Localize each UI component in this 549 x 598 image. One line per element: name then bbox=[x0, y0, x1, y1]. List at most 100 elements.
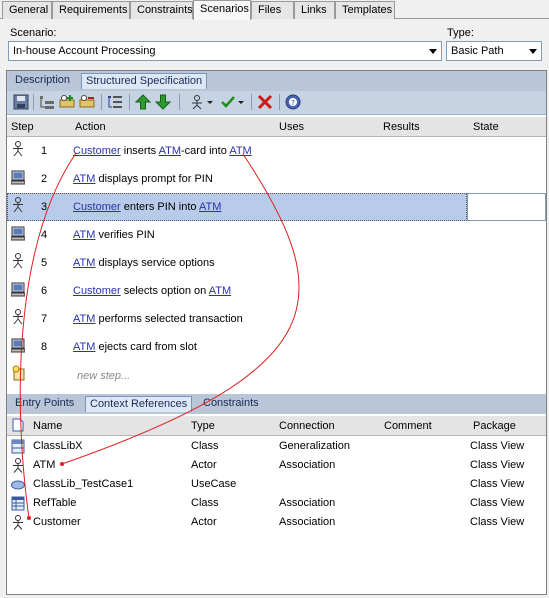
step-row[interactable]: 1 Customer inserts ATM-card into ATM bbox=[7, 137, 546, 165]
scenario-label: Scenario: bbox=[10, 27, 57, 39]
column-header-results[interactable]: Results bbox=[383, 121, 420, 133]
reference-name: Customer bbox=[33, 516, 81, 528]
step-row[interactable]: 8 ATM ejects card from slot bbox=[7, 333, 546, 361]
indent-icon[interactable] bbox=[39, 94, 55, 110]
reference-package: Class View bbox=[470, 497, 525, 509]
action-text: performs selected transaction bbox=[95, 313, 243, 325]
type-label: Type: bbox=[447, 27, 474, 39]
type-select[interactable]: Basic Path bbox=[446, 41, 542, 61]
column-header-comment[interactable]: Comment bbox=[384, 420, 432, 432]
computer-icon bbox=[11, 170, 25, 185]
step-action-text[interactable]: ATM ejects card from slot bbox=[73, 341, 197, 353]
chevron-down-icon[interactable] bbox=[529, 49, 537, 54]
step-row[interactable]: 3 Customer enters PIN into ATM bbox=[7, 193, 546, 221]
column-header-name[interactable]: Name bbox=[33, 420, 62, 432]
tab-constraints[interactable]: Constraints bbox=[130, 1, 193, 19]
step-row[interactable]: 5 ATM displays service options bbox=[7, 249, 546, 277]
element-link[interactable]: ATM bbox=[73, 341, 95, 353]
step-row[interactable]: 2 ATM displays prompt for PIN bbox=[7, 165, 546, 193]
tab-links[interactable]: Links bbox=[294, 1, 335, 19]
step-action-text[interactable]: ATM performs selected transaction bbox=[73, 313, 243, 325]
element-link[interactable]: Customer bbox=[73, 285, 121, 297]
step-number: 8 bbox=[41, 341, 48, 353]
reference-row[interactable]: RefTable Class Association Class View bbox=[7, 494, 546, 513]
element-link[interactable]: Customer bbox=[73, 201, 121, 213]
step-action-text[interactable]: Customer enters PIN into ATM bbox=[73, 201, 221, 213]
chevron-down-icon[interactable] bbox=[429, 49, 437, 54]
reference-type: Actor bbox=[191, 459, 217, 471]
validate-icon[interactable] bbox=[220, 94, 236, 110]
step-row[interactable]: 7 ATM performs selected transaction bbox=[7, 305, 546, 333]
step-action-text[interactable]: ATM verifies PIN bbox=[73, 229, 155, 241]
reference-row[interactable]: ATM Actor Association Class View bbox=[7, 456, 546, 475]
tab-entry-points[interactable]: Entry Points bbox=[11, 396, 78, 412]
element-link[interactable]: ATM bbox=[209, 285, 231, 297]
element-link[interactable]: Customer bbox=[73, 145, 121, 157]
step-action-text[interactable]: Customer selects option on ATM bbox=[73, 285, 231, 297]
element-link[interactable]: ATM bbox=[73, 229, 95, 241]
spec-toolbar: ? bbox=[7, 91, 546, 115]
step-number: 5 bbox=[41, 257, 48, 269]
move-down-icon[interactable] bbox=[155, 94, 171, 110]
scenario-spec-panel: Description Structured Specification ? S… bbox=[6, 70, 547, 595]
scenario-select[interactable]: In-house Account Processing bbox=[8, 41, 442, 61]
add-actor-icon[interactable] bbox=[59, 94, 75, 110]
top-tab-strip: General Requirements Constraints Scenari… bbox=[0, 0, 549, 20]
tab-requirements[interactable]: Requirements bbox=[52, 1, 130, 19]
document-icon bbox=[12, 418, 24, 432]
save-icon[interactable] bbox=[13, 94, 29, 110]
delete-icon[interactable] bbox=[257, 94, 273, 110]
step-action-text[interactable]: ATM displays service options bbox=[73, 257, 215, 269]
numbered-list-icon[interactable] bbox=[107, 94, 123, 110]
step-action-text[interactable]: Customer inserts ATM-card into ATM bbox=[73, 145, 252, 157]
column-header-state[interactable]: State bbox=[473, 121, 499, 133]
generate-icon[interactable] bbox=[189, 94, 205, 110]
reference-row[interactable]: ClassLib_TestCase1 UseCase Class View bbox=[7, 475, 546, 494]
step-action-text[interactable]: ATM displays prompt for PIN bbox=[73, 173, 213, 185]
column-header-package[interactable]: Package bbox=[473, 420, 516, 432]
tab-templates[interactable]: Templates bbox=[335, 1, 395, 19]
element-link[interactable]: ATM bbox=[229, 145, 251, 157]
tab-description[interactable]: Description bbox=[11, 73, 74, 89]
toolbar-separator bbox=[33, 94, 34, 110]
steps-table-header: Step Action Uses Results State bbox=[7, 117, 546, 137]
references-table-header: Name Type Connection Comment Package bbox=[7, 416, 546, 436]
references-table-body: ClassLibX Class Generalization Class View AT… bbox=[7, 437, 546, 595]
tab-scenarios[interactable]: Scenarios bbox=[193, 0, 251, 20]
column-header-action[interactable]: Action bbox=[75, 121, 106, 133]
state-cell-editor[interactable] bbox=[467, 193, 546, 221]
toolbar-separator bbox=[101, 94, 102, 110]
new-step-row[interactable]: new step... bbox=[7, 361, 546, 389]
element-link[interactable]: ATM bbox=[73, 257, 95, 269]
reference-connection: Association bbox=[279, 459, 336, 471]
reference-connection: Association bbox=[279, 497, 336, 509]
help-icon[interactable]: ? bbox=[285, 94, 301, 110]
move-up-icon[interactable] bbox=[135, 94, 151, 110]
computer-icon bbox=[11, 226, 25, 241]
element-link[interactable]: ATM bbox=[159, 145, 181, 157]
chevron-down-icon[interactable] bbox=[237, 94, 245, 110]
action-text: enters PIN into bbox=[120, 201, 199, 213]
tab-context-references[interactable]: Context References bbox=[85, 396, 193, 412]
element-link[interactable]: ATM bbox=[199, 201, 221, 213]
step-number: 3 bbox=[41, 201, 48, 213]
element-link[interactable]: ATM bbox=[73, 313, 95, 325]
tab-structured-specification[interactable]: Structured Specification bbox=[81, 73, 208, 89]
add-system-icon[interactable] bbox=[79, 94, 95, 110]
reference-type: Actor bbox=[191, 516, 217, 528]
reference-row[interactable]: Customer Actor Association Class View bbox=[7, 513, 546, 532]
column-header-uses[interactable]: Uses bbox=[279, 121, 304, 133]
column-header-step[interactable]: Step bbox=[11, 121, 34, 133]
scenario-value: In-house Account Processing bbox=[13, 45, 156, 57]
reference-tab-strip: Entry Points Context References Constrai… bbox=[7, 394, 546, 414]
tab-ref-constraints[interactable]: Constraints bbox=[199, 396, 263, 412]
tab-files[interactable]: Files bbox=[251, 1, 294, 19]
tab-general[interactable]: General bbox=[2, 1, 52, 19]
element-link[interactable]: ATM bbox=[73, 173, 95, 185]
reference-row[interactable]: ClassLibX Class Generalization Class View bbox=[7, 437, 546, 456]
column-header-type[interactable]: Type bbox=[191, 420, 215, 432]
step-row[interactable]: 6 Customer selects option on ATM bbox=[7, 277, 546, 305]
step-row[interactable]: 4 ATM verifies PIN bbox=[7, 221, 546, 249]
chevron-down-icon[interactable] bbox=[206, 94, 214, 110]
column-header-connection[interactable]: Connection bbox=[279, 420, 335, 432]
